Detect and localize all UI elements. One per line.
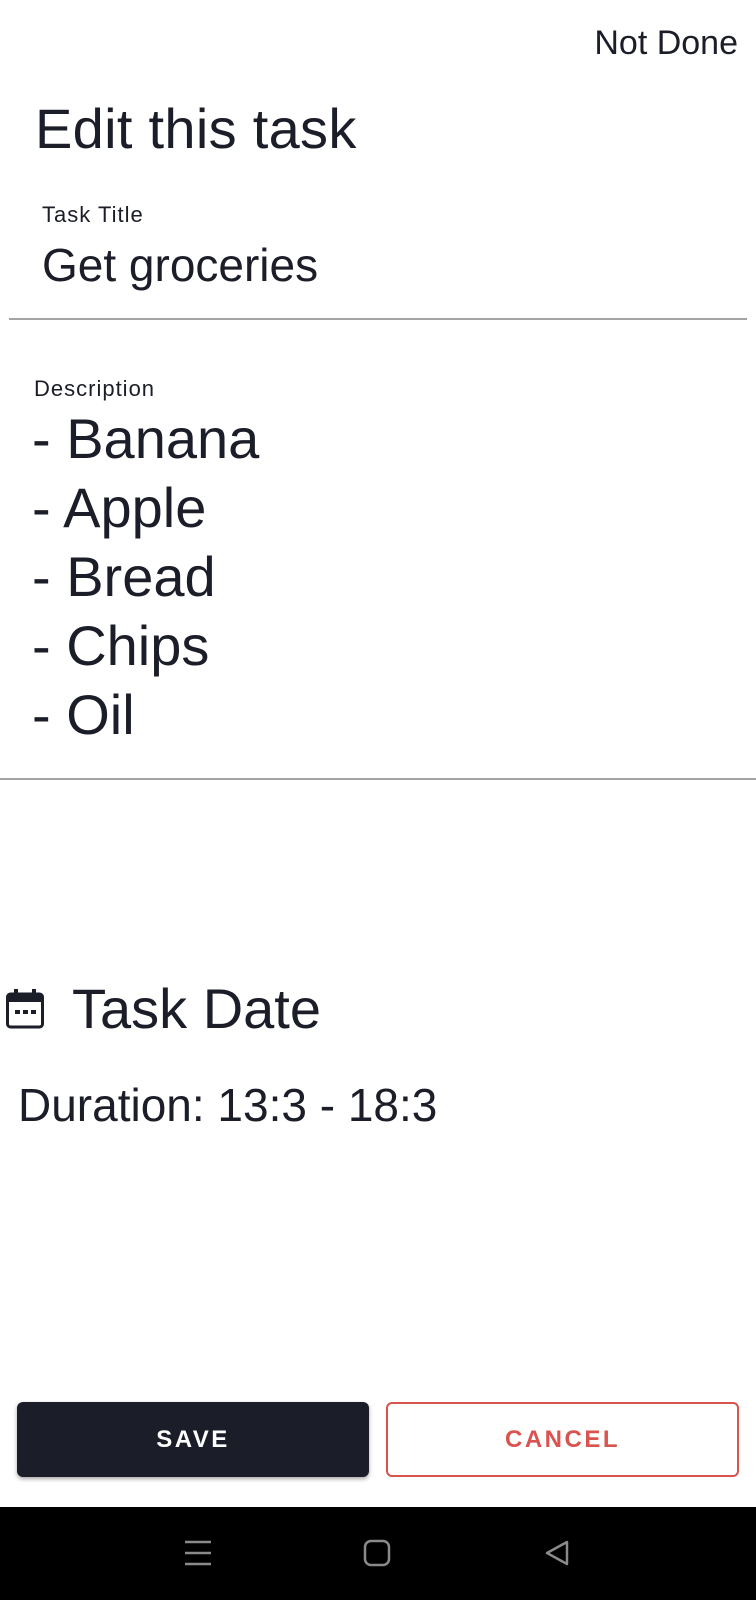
task-title-label: Task Title [42, 202, 144, 227]
description-line: - Oil [32, 683, 135, 746]
description-line: - Chips [32, 614, 210, 677]
home-icon[interactable] [355, 1531, 399, 1575]
calendar-icon [6, 988, 44, 1029]
task-date-heading: Task Date [72, 977, 321, 1040]
cancel-button[interactable]: CANCEL [386, 1402, 739, 1477]
description-label: Description [34, 376, 156, 401]
task-date-row[interactable]: Task Date [6, 976, 321, 1041]
save-button[interactable]: SAVE [17, 1402, 369, 1477]
description-input[interactable]: - Banana - Apple - Bread - Chips - Oil [32, 404, 259, 749]
menu-icon[interactable] [176, 1531, 220, 1575]
description-line: - Banana [32, 407, 260, 470]
task-title-input[interactable]: Get groceries [42, 238, 318, 292]
description-field[interactable]: Description - Banana - Apple - Bread - C… [0, 366, 756, 780]
duration-text: Duration: 13:3 - 18:3 [18, 1079, 438, 1131]
description-line: - Apple [32, 476, 207, 539]
description-line: - Bread [32, 545, 216, 608]
task-title-field[interactable]: Task Title Get groceries [9, 196, 747, 320]
page-title: Edit this task [35, 97, 357, 160]
system-navigation-bar [0, 1507, 756, 1600]
back-icon[interactable] [535, 1531, 579, 1575]
task-status-toggle[interactable]: Not Done [594, 24, 738, 63]
edit-task-screen: Not Done Edit this task Task Title Get g… [0, 0, 756, 1600]
